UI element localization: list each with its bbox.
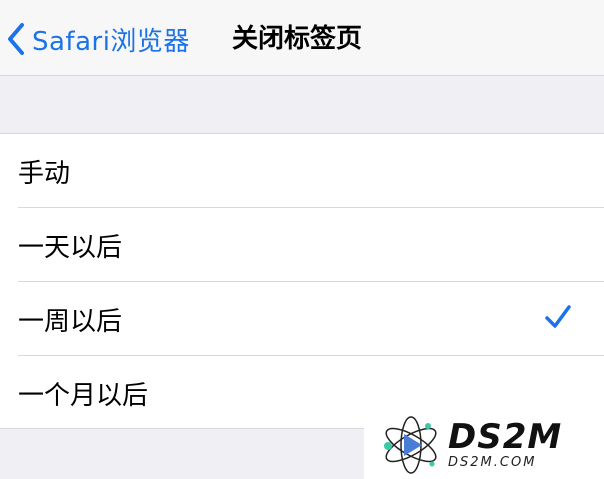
checkmark-icon (545, 305, 571, 328)
options-list: 手动 一天以后 一周以后 一个月以后 (0, 133, 604, 429)
watermark-subtitle: DS2M.COM (448, 455, 537, 470)
option-label: 一天以后 (18, 232, 123, 263)
option-after-one-day[interactable]: 一天以后 (18, 208, 604, 282)
option-label: 一周以后 (18, 306, 123, 337)
back-button-label: Safari浏览器 (32, 26, 190, 57)
navigation-bar: Safari浏览器 关闭标签页 (0, 0, 604, 76)
page-title: 关闭标签页 (232, 24, 363, 54)
option-label: 一个月以后 (18, 380, 149, 411)
atom-logo-icon (384, 415, 437, 474)
chevron-left-icon (8, 23, 24, 55)
section-spacer (0, 76, 604, 133)
option-label: 手动 (18, 158, 71, 189)
option-after-one-week[interactable]: 一周以后 (18, 282, 604, 356)
option-manual[interactable]: 手动 (18, 134, 604, 208)
watermark-title: DS2M (448, 417, 563, 457)
back-button[interactable]: Safari浏览器 (6, 18, 190, 60)
watermark: DS2M DS2M.COM (364, 410, 604, 479)
